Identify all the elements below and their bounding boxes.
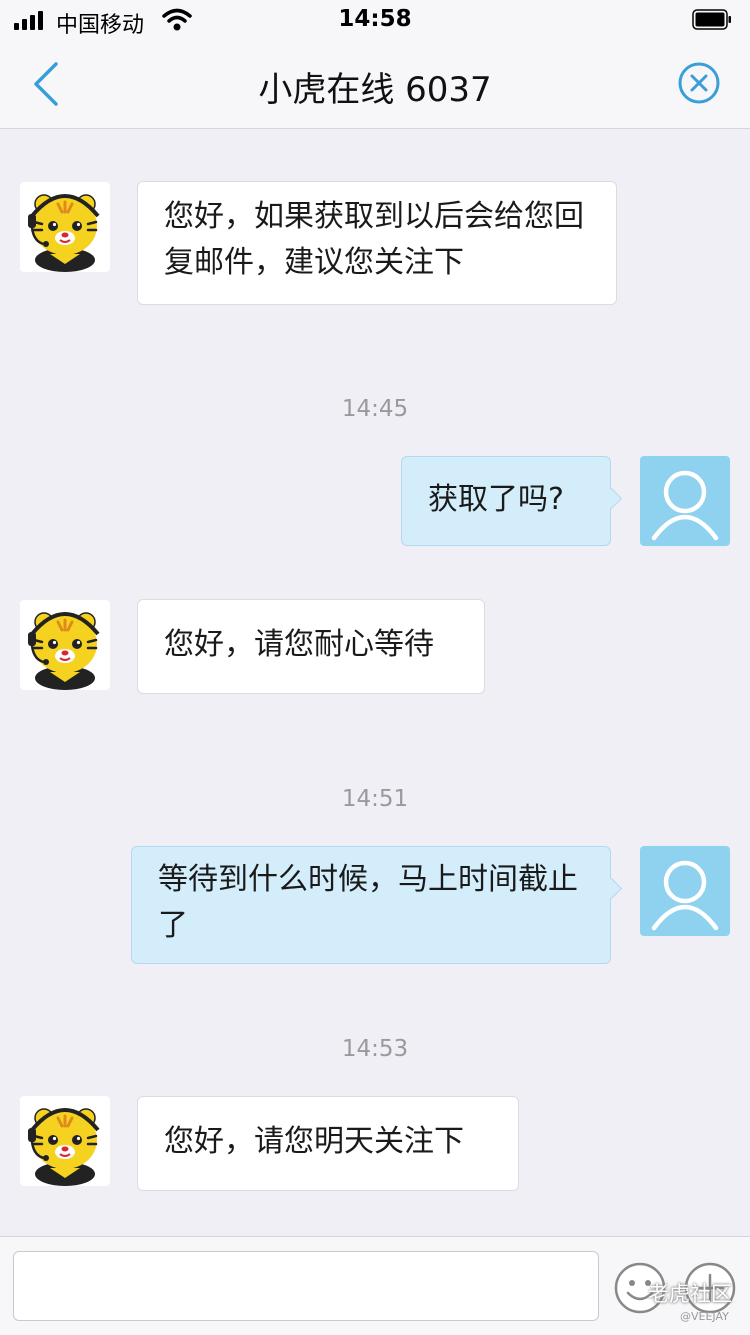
message-input[interactable]	[13, 1251, 599, 1321]
user-avatar-icon	[640, 846, 730, 936]
user-avatar[interactable]	[640, 456, 730, 546]
close-button[interactable]	[676, 60, 722, 106]
message-bubble: 您好，请您明天关注下	[137, 1096, 519, 1191]
watermark: 老虎社区	[648, 1282, 732, 1306]
tiger-avatar-icon	[20, 1096, 110, 1186]
status-bar: 中国移动 14:58	[0, 0, 750, 40]
battery-icon	[692, 9, 731, 30]
message-timestamp: 14:53	[341, 1036, 409, 1062]
user-avatar[interactable]	[640, 846, 730, 936]
watermark-handle: @VEEJAY	[680, 1310, 729, 1323]
message-bubble: 您好，请您耐心等待	[137, 599, 485, 694]
close-circle-icon	[678, 62, 720, 104]
message-bubble: 您好，如果获取到以后会给您回复邮件，建议您关注下	[137, 181, 617, 305]
tiger-avatar-icon	[20, 182, 110, 272]
status-time: 14:58	[338, 6, 412, 32]
message-bubble: 获取了吗?	[401, 456, 611, 546]
message-bubble: 等待到什么时候，马上时间截止了	[131, 846, 611, 964]
agent-avatar[interactable]	[20, 600, 110, 690]
message-timestamp: 14:51	[341, 786, 409, 812]
nav-bar: 小虎在线 6037	[0, 40, 750, 129]
input-bar	[0, 1236, 750, 1335]
tiger-avatar-icon	[20, 600, 110, 690]
agent-avatar[interactable]	[20, 1096, 110, 1186]
user-avatar-icon	[640, 456, 730, 546]
agent-avatar[interactable]	[20, 182, 110, 272]
message-timestamp: 14:45	[341, 396, 409, 422]
chat-title: 小虎在线 6037	[258, 70, 492, 110]
